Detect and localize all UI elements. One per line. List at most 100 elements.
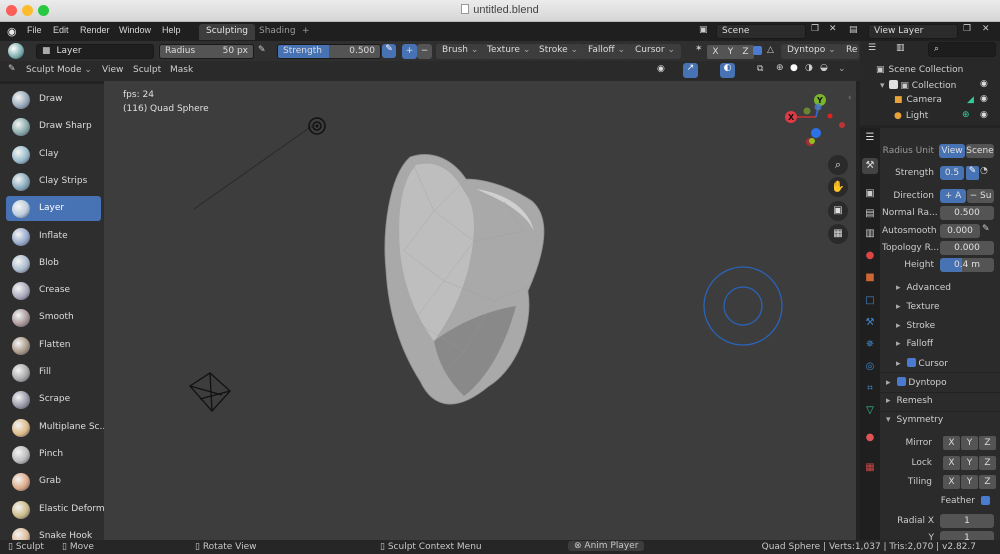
outliner-item-camera[interactable]: ■ Camera	[894, 95, 942, 105]
perspective-grid-icon[interactable]: ▦	[828, 224, 848, 244]
shading-solid-icon[interactable]: ●	[790, 63, 798, 73]
menu-help[interactable]: Help	[162, 25, 181, 35]
radial-x-field[interactable]: 1	[940, 514, 994, 528]
tab-render-icon[interactable]: ▣	[862, 186, 878, 202]
tab-sculpting[interactable]: Sculpting	[199, 24, 256, 40]
tool-scrape[interactable]: Scrape	[6, 387, 101, 412]
subpanel-falloff[interactable]: ▸ Falloff	[896, 339, 933, 349]
anim-player-job[interactable]: ⊗ Anim Player	[568, 541, 645, 551]
eye-icon-light[interactable]: ◉	[980, 110, 988, 120]
texture-menu[interactable]: Texture	[481, 44, 537, 59]
lock-z[interactable]: Z	[979, 456, 996, 470]
remesh-menu[interactable]: Re	[840, 44, 860, 59]
autosmooth-pressure-icon[interactable]: ✎	[982, 224, 990, 234]
outliner-item-collection[interactable]: ▾ ▣ Collection	[880, 80, 956, 91]
dyntopo-menu[interactable]: Dyntopo	[781, 44, 842, 59]
mirror-x[interactable]: X	[943, 436, 960, 450]
panel-dyntopo[interactable]: ▸ Dyntopo	[886, 377, 947, 388]
scene-icon[interactable]: ▣	[699, 25, 708, 35]
tab-world-icon[interactable]: ■	[862, 270, 878, 286]
radius-unit-view[interactable]: View	[939, 144, 965, 158]
outliner-editor-icon[interactable]: ☰	[868, 43, 876, 53]
tab-data-icon[interactable]: ▽	[862, 403, 878, 419]
new-view-layer-icon[interactable]: ❐	[963, 24, 971, 34]
tiling-z[interactable]: Z	[979, 475, 996, 489]
strength-pen-pressure-icon[interactable]: ✎	[966, 166, 979, 180]
tab-texture-icon[interactable]: ▦	[862, 460, 878, 476]
outliner-search-input[interactable]: ⌕	[928, 42, 996, 57]
normal-radius-field[interactable]: 0.500	[940, 206, 994, 220]
tab-particles-icon[interactable]: ✵	[862, 337, 878, 353]
tool-grab[interactable]: Grab	[6, 469, 101, 494]
outliner-item-light[interactable]: ● Light	[894, 111, 928, 121]
3d-viewport[interactable]: fps: 24 (116) Quad Sphere X Y ⌕ ✋ ▣ ▦ ‹	[104, 81, 856, 540]
cursor-checkbox[interactable]	[906, 358, 916, 367]
strength-field[interactable]: 0.5	[940, 166, 964, 180]
properties-editor-icon[interactable]: ☰	[862, 130, 878, 146]
shading-options-icon[interactable]: ⌄	[838, 64, 846, 74]
menu-edit[interactable]: Edit	[53, 25, 69, 35]
autosmooth-field[interactable]: 0.000	[940, 224, 980, 238]
tool-clay-strips[interactable]: Clay Strips	[6, 169, 101, 194]
tab-tool-icon[interactable]: ⚒	[862, 158, 878, 174]
scene-selector[interactable]: Scene	[716, 24, 806, 39]
topology-rake-field[interactable]: 0.000	[940, 241, 994, 255]
collection-checkbox[interactable]	[888, 80, 898, 89]
tool-smooth[interactable]: Smooth	[6, 305, 101, 330]
tool-inflate[interactable]: Inflate	[6, 224, 101, 249]
zoom-icon[interactable]: ⌕	[828, 155, 848, 175]
outliner-scene-collection[interactable]: ▣ Scene Collection	[876, 65, 963, 75]
height-field[interactable]: 0.4 m	[940, 258, 994, 272]
tab-constraints-icon[interactable]: ⌗	[862, 381, 878, 397]
brush-icon[interactable]	[8, 43, 24, 59]
delete-view-layer-icon[interactable]: ✕	[982, 24, 990, 34]
menu-render[interactable]: Render	[80, 25, 110, 35]
feather-checkbox[interactable]	[981, 496, 990, 507]
camera-view-icon[interactable]: ▣	[828, 201, 848, 221]
stroke-menu[interactable]: Stroke	[533, 44, 585, 59]
delete-scene-icon[interactable]: ✕	[829, 24, 837, 34]
camera-data-icon[interactable]: ◢	[967, 95, 974, 105]
tool-layer[interactable]: Layer	[6, 196, 101, 222]
dyntopo-checkbox[interactable]	[753, 46, 762, 57]
tab-modifiers-icon[interactable]: ⚒	[862, 315, 878, 331]
radius-unit-scene[interactable]: Scene	[966, 144, 994, 158]
radial-y-field[interactable]: 1	[940, 531, 994, 540]
direction-subtract[interactable]: − Su	[967, 189, 994, 203]
strength-curve-icon[interactable]: ◔	[980, 166, 988, 176]
view-layer-icon[interactable]: ▤	[849, 25, 858, 35]
tiling-x[interactable]: X	[943, 475, 960, 489]
mirror-z[interactable]: Z	[979, 436, 996, 450]
add-workspace-button[interactable]: +	[295, 24, 317, 40]
display-mode-icon[interactable]: ▥	[896, 43, 905, 53]
shading-wireframe-icon[interactable]: ⊕	[776, 63, 784, 73]
xray-icon[interactable]: ⧉	[757, 64, 763, 74]
lock-x[interactable]: X	[943, 456, 960, 470]
brush-menu[interactable]: Brush	[436, 44, 485, 59]
strength-pressure-icon[interactable]: ✎	[382, 44, 396, 58]
menu-sculpt[interactable]: Sculpt	[133, 65, 161, 75]
tool-pinch[interactable]: Pinch	[6, 442, 101, 467]
eye-icon-collection[interactable]: ◉	[980, 79, 988, 89]
menu-mask[interactable]: Mask	[170, 65, 193, 75]
gizmo-toggle-icon[interactable]: ↗	[683, 63, 698, 78]
dyntopo-panel-checkbox[interactable]	[896, 377, 906, 386]
falloff-menu[interactable]: Falloff	[582, 44, 631, 59]
mirror-z-button[interactable]: Z	[737, 45, 754, 59]
subpanel-advanced[interactable]: ▸ Advanced	[896, 283, 951, 293]
new-scene-icon[interactable]: ❐	[811, 24, 819, 34]
tool-multiplane-sc[interactable]: Multiplane Sc...	[6, 415, 104, 440]
lock-y[interactable]: Y	[961, 456, 978, 470]
cancel-job-icon[interactable]: ⊗	[574, 541, 582, 551]
tool-blob[interactable]: Blob	[6, 251, 101, 276]
direction-add-button[interactable]: +	[402, 44, 417, 59]
radius-pressure-icon[interactable]: ✎	[258, 45, 266, 55]
subpanel-texture[interactable]: ▸ Texture	[896, 302, 939, 312]
tab-scene-icon[interactable]: ●	[862, 248, 878, 264]
tab-view-layer-icon[interactable]: ▥	[862, 226, 878, 242]
direction-subtract-button[interactable]: −	[417, 44, 432, 59]
tab-output-icon[interactable]: ▤	[862, 206, 878, 222]
radius-slider[interactable]: Radius 50 px	[159, 44, 254, 59]
view-layer-selector[interactable]: View Layer	[868, 24, 958, 39]
tool-elastic-deform[interactable]: Elastic Deform	[6, 497, 104, 522]
